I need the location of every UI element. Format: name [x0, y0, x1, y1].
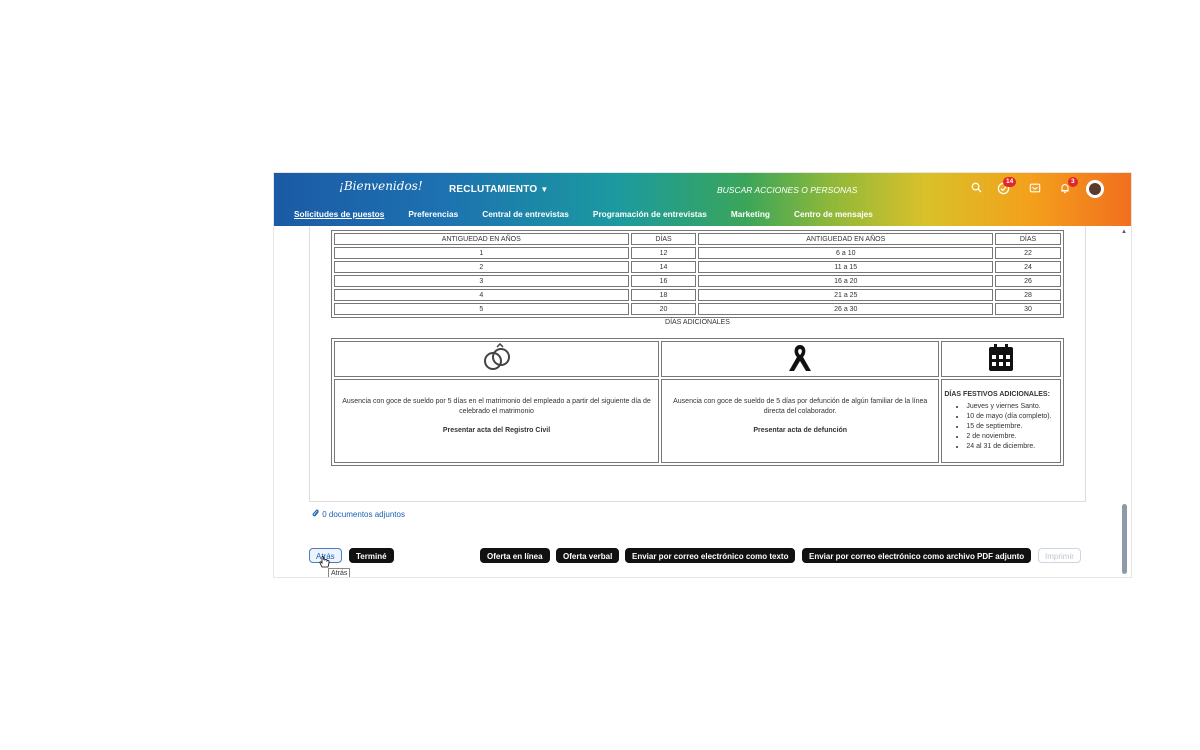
table-cell: 26: [995, 275, 1061, 287]
email-as-text-button[interactable]: Enviar por correo electrónico como texto: [625, 548, 796, 563]
module-label: RECLUTAMIENTO: [449, 184, 538, 195]
table-cell: 14: [630, 261, 697, 273]
column-header: ANTIGUEDAD EN AÑOS: [334, 233, 629, 245]
wedding-rings-icon: [483, 342, 510, 370]
table-cell: 2: [334, 261, 629, 273]
table-cell: 26 a 30: [698, 303, 994, 315]
online-offer-button[interactable]: Oferta en línea: [480, 548, 550, 563]
table-row: 3 16 16 a 20 26: [334, 275, 1061, 287]
calendar-icon-cell: [941, 341, 1061, 377]
scroll-up-arrow-icon[interactable]: ▲: [1121, 229, 1127, 235]
list-item: Jueves y viernes Santo.: [966, 402, 1060, 412]
table-row: 4 18 21 a 25 28: [334, 289, 1061, 301]
table-cell: 11 a 15: [698, 261, 994, 273]
table-cell: 22: [995, 247, 1061, 259]
column-header: ANTIGUEDAD EN AÑOS: [698, 233, 994, 245]
nav-item-marketing[interactable]: Marketing: [731, 209, 770, 219]
table-cell: 5: [334, 303, 629, 315]
antiguedad-table: ANTIGUEDAD EN AÑOS DÍAS ANTIGUEDAD EN AÑ…: [331, 230, 1064, 318]
nav-item-central-entrevistas[interactable]: Central de entrevistas: [482, 209, 569, 219]
table-cell: 3: [334, 275, 629, 287]
list-item: 2 de noviembre.: [966, 432, 1060, 442]
search-actions-input[interactable]: BUSCAR ACCIONES O PERSONAS: [717, 185, 857, 195]
verbal-offer-button[interactable]: Oferta verbal: [556, 548, 620, 563]
inbox-icon[interactable]: [1029, 182, 1041, 197]
table-cell: 6 a 10: [698, 247, 994, 259]
hand-pointer-icon: [319, 556, 330, 574]
defuncion-description: Ausencia con goce de sueldo de 5 días po…: [673, 398, 928, 415]
list-item: 24 al 31 de diciembre.: [966, 442, 1060, 452]
matrimonio-requirement: Presentar acta del Registro Civil: [442, 427, 551, 434]
table-row: 1 12 6 a 10 22: [334, 247, 1061, 259]
back-tooltip: Atrás: [328, 568, 351, 577]
defuncion-requirement: Presentar acta de defunción: [753, 427, 848, 434]
table-cell: 20: [630, 303, 697, 315]
rings-icon-cell: [334, 341, 660, 377]
defuncion-cell: Ausencia con goce de sueldo de 5 días po…: [661, 379, 940, 463]
vertical-scrollbar[interactable]: ▲: [1118, 226, 1131, 577]
table-cell: 12: [630, 247, 697, 259]
main-nav: Solicitudes de puestos Preferencias Cent…: [294, 209, 873, 219]
ribbon-icon-cell: [661, 341, 940, 377]
module-switcher[interactable]: RECLUTAMIENTO ▼: [449, 184, 548, 195]
list-item: 15 de septiembre.: [966, 422, 1060, 432]
nav-item-solicitudes[interactable]: Solicitudes de puestos: [294, 209, 384, 219]
column-header: DÍAS: [630, 233, 697, 245]
table-header-row: ANTIGUEDAD EN AÑOS DÍAS ANTIGUEDAD EN AÑ…: [334, 233, 1061, 245]
attachments-label: 0 documentos adjuntos: [322, 510, 405, 519]
table-cell: 16 a 20: [698, 275, 994, 287]
table-cell: 21 a 25: [698, 289, 994, 301]
matrimonio-description: Ausencia con goce de sueldo por 5 días e…: [342, 398, 651, 415]
search-icon[interactable]: [971, 182, 982, 196]
attachments-link[interactable]: 0 documentos adjuntos: [312, 509, 405, 519]
table-cell: 16: [630, 275, 697, 287]
nav-item-centro-mensajes[interactable]: Centro de mensajes: [794, 209, 873, 219]
scroll-thumb[interactable]: [1122, 504, 1127, 574]
table-cell: 1: [334, 247, 629, 259]
notification-count-badge: 3: [1068, 177, 1078, 187]
dias-adicionales-title: DÍAS ADICIONALES: [665, 319, 730, 326]
nav-item-programacion-entrevistas[interactable]: Programación de entrevistas: [593, 209, 707, 219]
dias-adicionales-table: Ausencia con goce de sueldo por 5 días e…: [331, 338, 1064, 466]
calendar-icon: [989, 344, 1014, 371]
matrimonio-cell: Ausencia con goce de sueldo por 5 días e…: [334, 379, 660, 463]
email-as-pdf-button[interactable]: Enviar por correo electrónico como archi…: [802, 548, 1032, 563]
print-button[interactable]: Imprimir: [1038, 548, 1081, 563]
festivos-list: Jueves y viernes Santo. 10 de mayo (día …: [942, 402, 1060, 452]
brand-logo[interactable]: ¡Bienvenidos!: [339, 179, 423, 193]
user-avatar[interactable]: [1086, 180, 1104, 198]
table-cell: 4: [334, 289, 629, 301]
nav-item-preferencias[interactable]: Preferencias: [408, 209, 458, 219]
list-item: 10 de mayo (día completo).: [966, 412, 1060, 422]
column-header: DÍAS: [995, 233, 1061, 245]
app-window: ¡Bienvenidos! RECLUTAMIENTO ▼ BUSCAR ACCI…: [274, 173, 1131, 577]
table-row: 2 14 11 a 15 24: [334, 261, 1061, 273]
mourning-ribbon-icon: [789, 345, 812, 371]
chevron-down-icon: ▼: [540, 185, 549, 194]
festivos-title: DÍAS FESTIVOS ADICIONALES:: [944, 390, 1050, 398]
table-row: 5 20 26 a 30 30: [334, 303, 1061, 315]
festivos-cell: DÍAS FESTIVOS ADICIONALES: Jueves y vier…: [941, 379, 1061, 463]
offer-document-panel: ANTIGUEDAD EN AÑOS DÍAS ANTIGUEDAD EN AÑ…: [309, 226, 1086, 502]
paperclip-icon: [312, 509, 322, 519]
done-button[interactable]: Terminé: [349, 548, 394, 563]
top-header: ¡Bienvenidos! RECLUTAMIENTO ▼ BUSCAR ACCI…: [274, 173, 1131, 226]
table-cell: 30: [995, 303, 1061, 315]
table-cell: 28: [995, 289, 1061, 301]
table-cell: 24: [995, 261, 1061, 273]
todo-count-badge: 14: [1003, 177, 1017, 187]
table-cell: 18: [630, 289, 697, 301]
